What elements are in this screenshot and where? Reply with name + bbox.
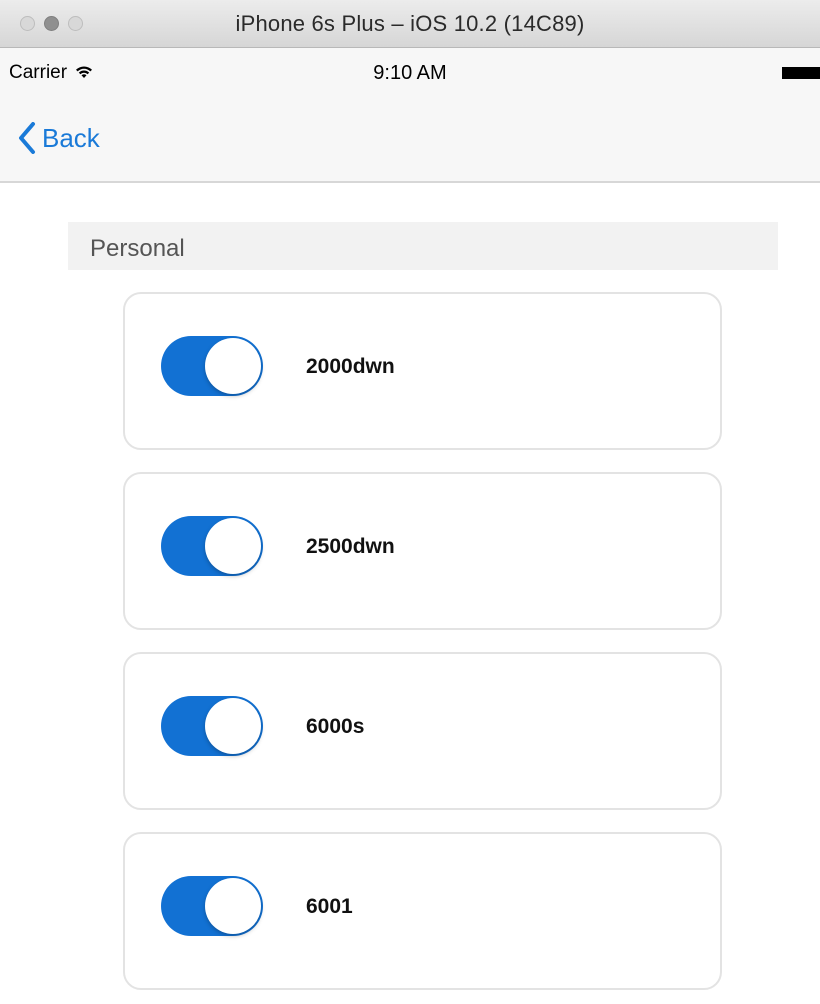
battery-icon bbox=[782, 67, 820, 79]
list-item: 2000dwn bbox=[123, 292, 722, 450]
toggle-knob bbox=[205, 698, 261, 754]
back-label: Back bbox=[42, 122, 100, 153]
toggle-switch[interactable] bbox=[161, 696, 263, 756]
section-header: Personal bbox=[68, 222, 778, 270]
simulator-window: iPhone 6s Plus – iOS 10.2 (14C89) Carrie… bbox=[0, 0, 820, 1004]
toggle-switch[interactable] bbox=[161, 516, 263, 576]
item-label: 6000s bbox=[306, 715, 365, 738]
status-bar: Carrier 9:10 AM bbox=[0, 48, 820, 98]
item-label: 2000dwn bbox=[306, 355, 395, 378]
item-label: 6001 bbox=[306, 895, 353, 918]
window-title: iPhone 6s Plus – iOS 10.2 (14C89) bbox=[235, 11, 585, 36]
item-label: 2500dwn bbox=[306, 535, 395, 558]
status-time: 9:10 AM bbox=[373, 62, 447, 84]
back-button[interactable]: Back bbox=[18, 118, 100, 158]
toggle-knob bbox=[205, 878, 261, 934]
toggle-switch[interactable] bbox=[161, 336, 263, 396]
list-item: 6000s bbox=[123, 652, 722, 810]
toggle-switch[interactable] bbox=[161, 876, 263, 936]
list-item: 6001 bbox=[123, 832, 722, 990]
navigation-bar: Back bbox=[0, 98, 820, 183]
toggle-knob bbox=[205, 338, 261, 394]
section-title: Personal bbox=[90, 235, 185, 262]
list-item: 2500dwn bbox=[123, 472, 722, 630]
toggle-knob bbox=[205, 518, 261, 574]
window-titlebar: iPhone 6s Plus – iOS 10.2 (14C89) bbox=[0, 0, 820, 48]
chevron-left-icon bbox=[18, 122, 36, 154]
